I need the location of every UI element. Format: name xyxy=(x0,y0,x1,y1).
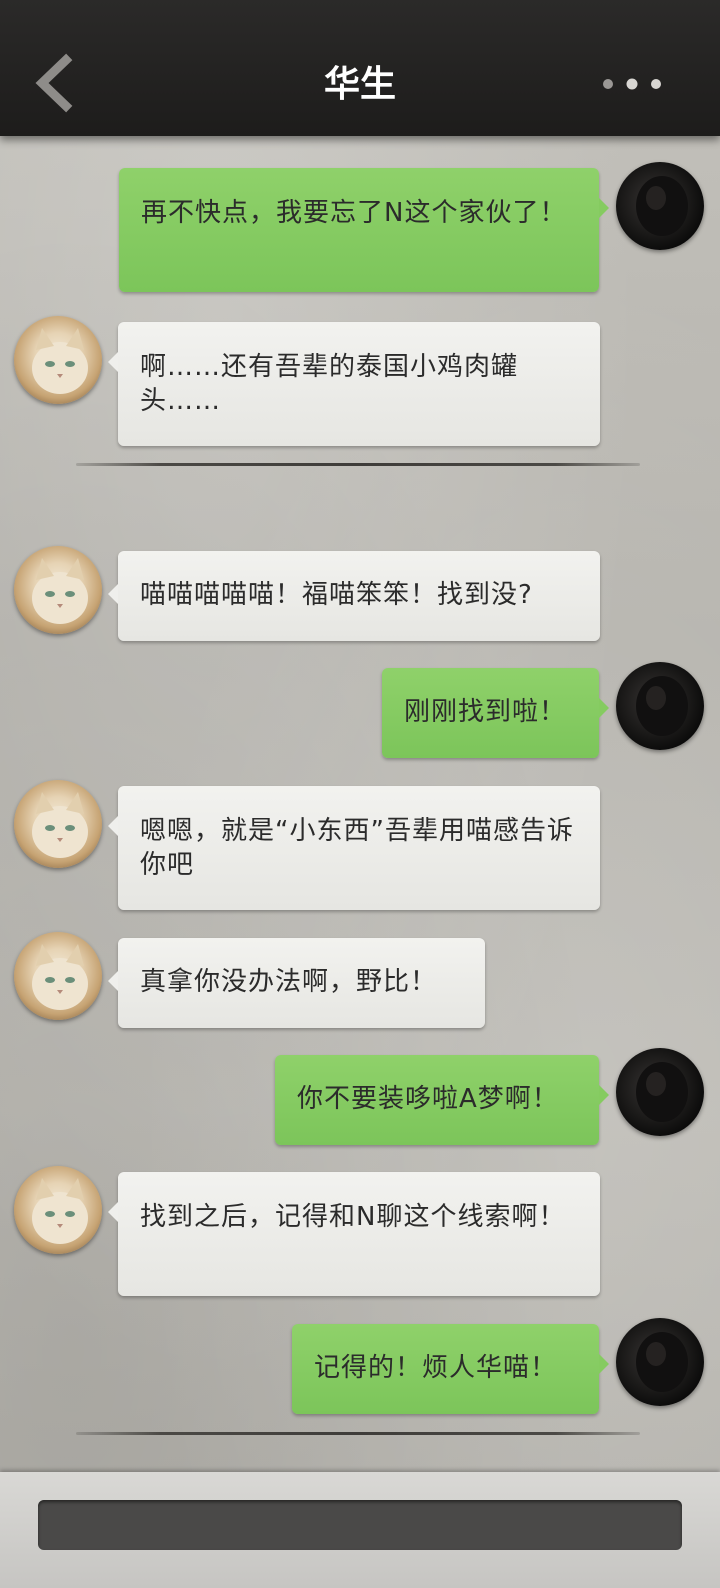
incoming-bubble[interactable]: 嗯嗯，就是“小东西”吾辈用喵感告诉你吧 xyxy=(108,786,600,910)
chat-title: 华生 xyxy=(323,63,396,105)
user-avatar-icon xyxy=(636,176,688,236)
avatar-cat[interactable] xyxy=(14,546,102,634)
bubble-tail xyxy=(108,971,118,991)
outgoing-bubble[interactable]: 再不快点，我要忘了N这个家伙了！ xyxy=(119,168,609,292)
bubble-tail xyxy=(599,1354,609,1374)
section-divider xyxy=(76,1432,640,1435)
incoming-bubble[interactable]: 真拿你没办法啊，野比！ xyxy=(108,938,485,1028)
cat-avatar-icon xyxy=(32,792,88,858)
more-dots-icon xyxy=(603,78,661,90)
message-text: 你不要装哆啦A梦啊！ xyxy=(297,1084,559,1114)
outgoing-bubble[interactable]: 记得的！烦人华喵！ xyxy=(292,1324,609,1414)
bubble-tail xyxy=(108,584,118,604)
chevron-left-icon xyxy=(35,53,73,113)
cat-avatar-icon xyxy=(32,558,88,624)
avatar-self[interactable] xyxy=(616,1048,704,1136)
message-text: 嗯嗯，就是“小东西”吾辈用喵感告诉你吧 xyxy=(140,816,574,880)
message-text: 再不快点，我要忘了N这个家伙了！ xyxy=(141,198,567,228)
message-text: 刚刚找到啦！ xyxy=(404,697,567,727)
bubble-tail xyxy=(108,1202,118,1222)
bubble-tail xyxy=(108,816,118,836)
cat-avatar-icon xyxy=(32,328,88,394)
avatar-self[interactable] xyxy=(616,1318,704,1406)
outgoing-bubble[interactable]: 刚刚找到啦！ xyxy=(382,668,609,758)
cat-avatar-icon xyxy=(32,1178,88,1244)
user-avatar-icon xyxy=(636,1332,688,1392)
outgoing-bubble[interactable]: 你不要装哆啦A梦啊！ xyxy=(275,1055,609,1145)
avatar-self[interactable] xyxy=(616,662,704,750)
top-bar: 华生 xyxy=(0,0,720,136)
incoming-bubble[interactable]: 喵喵喵喵喵！福喵笨笨！找到没? xyxy=(108,551,600,641)
bubble-tail xyxy=(599,1085,609,1105)
incoming-bubble[interactable]: 找到之后，记得和N聊这个线索啊！ xyxy=(108,1172,600,1296)
message-input[interactable] xyxy=(38,1500,682,1550)
cat-avatar-icon xyxy=(32,944,88,1010)
message-text: 记得的！烦人华喵！ xyxy=(314,1353,558,1383)
user-avatar-icon xyxy=(636,1062,688,1122)
more-button[interactable] xyxy=(592,66,672,102)
back-button[interactable] xyxy=(28,50,88,116)
incoming-bubble[interactable]: 啊……还有吾辈的泰国小鸡肉罐头…… xyxy=(108,322,600,446)
bubble-tail xyxy=(599,198,609,218)
message-text: 真拿你没办法啊，野比！ xyxy=(140,967,438,997)
message-text: 喵喵喵喵喵！福喵笨笨！找到没? xyxy=(140,580,533,610)
avatar-cat[interactable] xyxy=(14,1166,102,1254)
message-text: 找到之后，记得和N聊这个线索啊！ xyxy=(140,1202,566,1232)
input-bar xyxy=(0,1472,720,1588)
user-avatar-icon xyxy=(636,676,688,736)
avatar-cat[interactable] xyxy=(14,780,102,868)
message-text: 啊……还有吾辈的泰国小鸡肉罐头…… xyxy=(140,352,519,416)
section-divider xyxy=(76,463,640,466)
avatar-cat[interactable] xyxy=(14,932,102,1020)
avatar-self[interactable] xyxy=(616,162,704,250)
avatar-cat[interactable] xyxy=(14,316,102,404)
bubble-tail xyxy=(599,698,609,718)
bubble-tail xyxy=(108,352,118,372)
